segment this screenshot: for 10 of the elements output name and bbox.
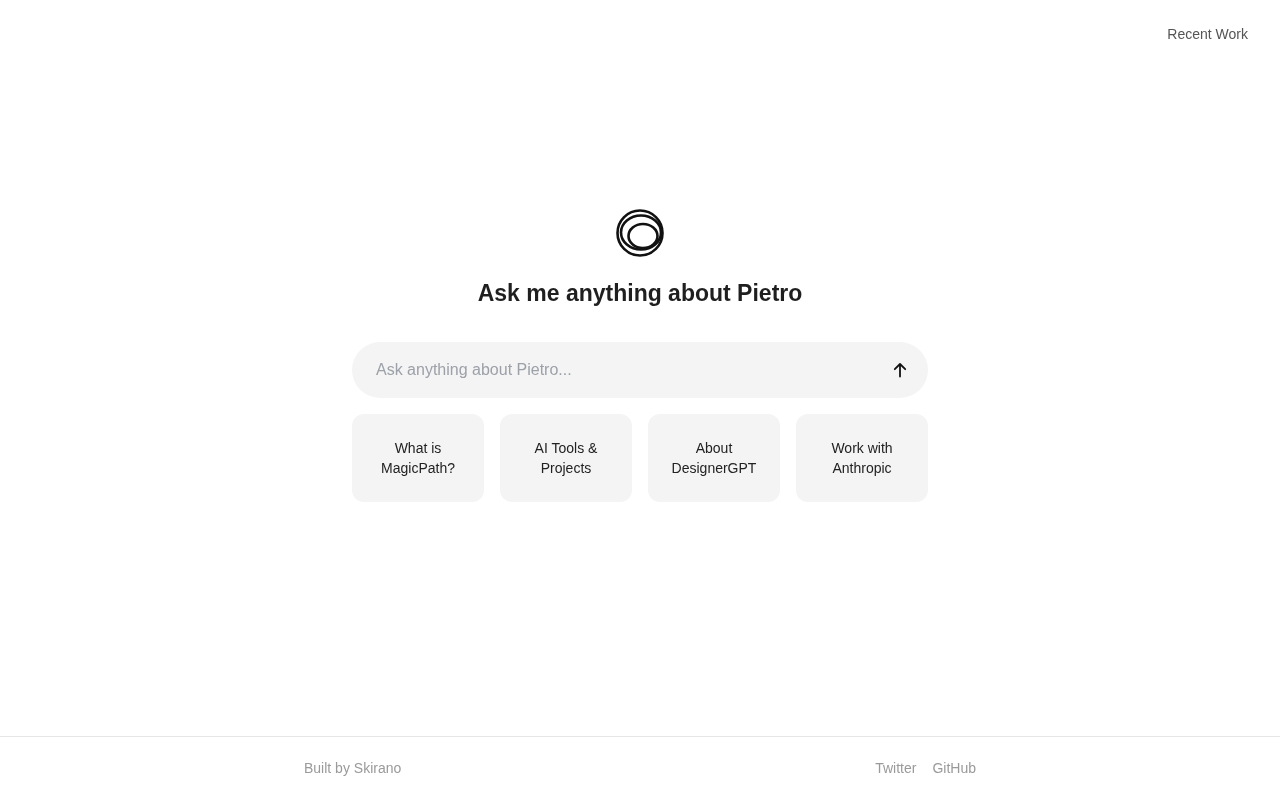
recent-work-link[interactable]: Recent Work [1167, 23, 1248, 45]
suggestion-button[interactable]: About DesignerGPT [648, 413, 780, 502]
search-field[interactable]: Ask anything about Pietro... [352, 341, 928, 398]
suggestion-button[interactable]: What is MagicPath? [352, 413, 484, 502]
suggestion-button[interactable]: AI Tools & Projects [500, 413, 632, 502]
page-title: Ask me anything about Pietro [477, 279, 803, 308]
arrow-up-icon[interactable] [892, 361, 908, 378]
suggestion-button[interactable]: Work with Anthropic [796, 413, 928, 502]
rings-logo-icon [616, 209, 664, 257]
credit-text: Built by Skirano [304, 759, 402, 778]
